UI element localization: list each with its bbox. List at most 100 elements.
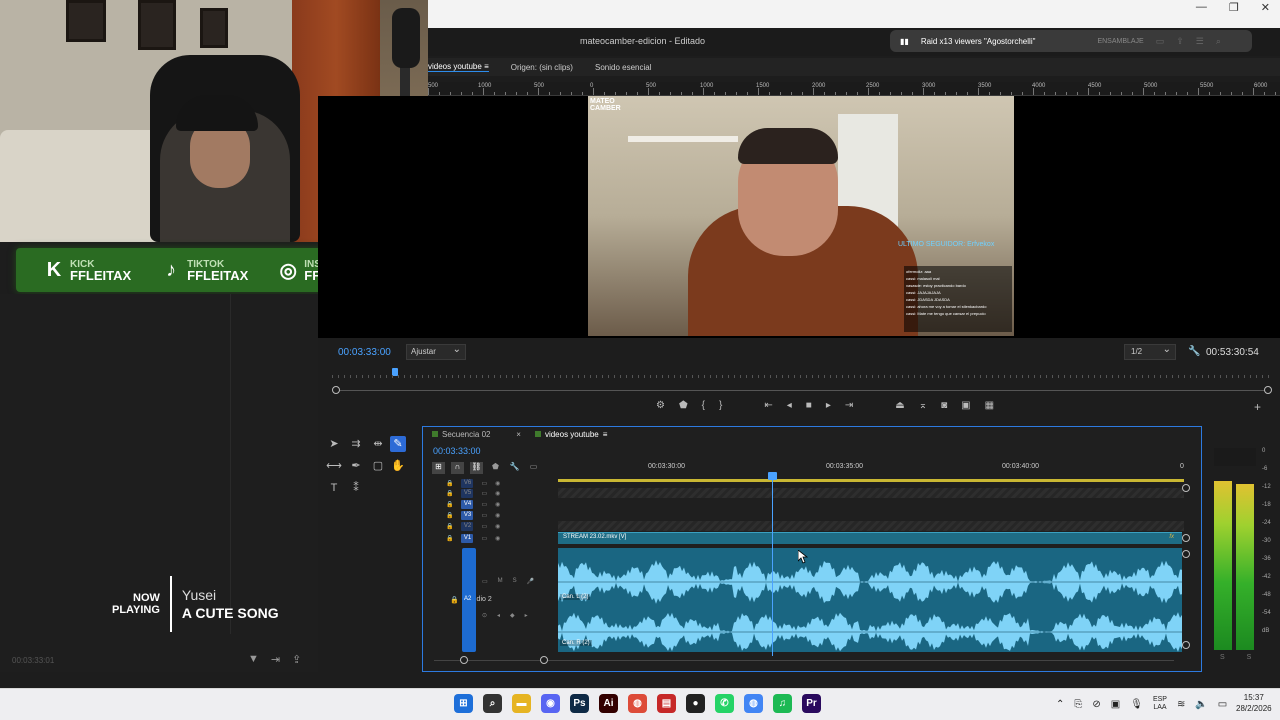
photoshop-icon[interactable]: Ps [570,694,589,713]
hand-tool-icon[interactable]: ✋ [390,458,406,474]
insert-icon[interactable]: ⇥ [271,653,280,666]
timeline-ruler[interactable]: 00:03:30:00 00:03:35:00 00:03:40:00 0 [558,460,1186,480]
solo-right-button[interactable]: S [1247,654,1252,661]
audio-track-target[interactable]: A2 [462,548,476,652]
stop-icon[interactable]: ■ [806,400,812,411]
track-name[interactable]: V3 [461,511,474,520]
caption-tool-icon[interactable]: ⁑ [348,480,364,496]
track-name[interactable]: V5 [461,489,474,498]
eye-icon[interactable]: ◉ [495,490,500,497]
add-marker-icon[interactable]: ⬟ [489,462,502,474]
tab-videos-youtube[interactable]: videos youtube ≡ [428,62,489,72]
razor-tool-icon[interactable]: ✎ [390,436,406,452]
solo-left-button[interactable]: S [1220,654,1225,661]
timeline-settings-icon[interactable]: 🔧 [508,462,521,474]
pen-tool-icon[interactable]: ✒ [348,458,364,474]
timeline-playhead[interactable] [772,472,773,656]
workspace-label[interactable]: ENSAMBLAJE [1097,38,1143,45]
lock-icon[interactable]: 🔒 [446,501,453,508]
step-forward-icon[interactable]: ▸ [826,400,831,411]
file-explorer-icon[interactable]: ▬ [512,694,531,713]
track-select-tool-icon[interactable]: ⇉ [348,436,364,452]
eye-icon[interactable]: ◉ [495,535,500,542]
audio-clip[interactable]: Can. L (2) Can. R (2) [558,548,1182,652]
keyframe-icon[interactable]: ⊙ [482,612,487,619]
add-button-icon[interactable]: + [1254,400,1261,414]
timeline-hscroll[interactable] [434,656,1174,664]
raid-notification[interactable]: ▮▮ Raid x13 viewers "Agostorchelli" ENSA… [890,30,1252,52]
add-keyframe-icon[interactable]: ◆ [510,612,515,619]
wifi-icon[interactable]: ≋ [1177,699,1185,710]
go-to-out-icon[interactable]: ⇥ [845,400,853,411]
minimize-button[interactable]: — [1196,1,1207,13]
menu-icon[interactable]: ≡ [603,430,608,439]
tab-source[interactable]: Origen: (sin clips) [511,63,573,72]
battery-icon[interactable]: ▭ [1218,699,1227,710]
discord-icon[interactable]: ◉ [541,694,560,713]
scroll-knob[interactable] [1182,550,1190,558]
playhead-handle[interactable] [768,472,777,480]
premiere-icon[interactable]: Pr [802,694,821,713]
fit-dropdown[interactable]: Ajustar [406,344,466,360]
scroll-knob[interactable] [1182,641,1190,649]
type-tool-icon[interactable]: T [326,480,342,496]
close-tab-icon[interactable]: × [516,430,521,439]
clock[interactable]: 15:37 28/2/2026 [1236,692,1272,714]
spotify-icon[interactable]: ♫ [773,694,792,713]
empty-track-v2[interactable] [558,521,1184,531]
zoom-handle-right[interactable] [1264,386,1272,394]
timeline-timecode[interactable]: 00:03:33:00 [433,446,481,456]
recorder-icon[interactable]: ▤ [657,694,676,713]
nest-icon[interactable]: ⊞ [432,462,445,474]
mic-icon[interactable]: 🎙 [1130,699,1143,710]
sync-lock-icon[interactable]: ▭ [482,578,488,585]
share-icon[interactable]: ⇪ [1176,36,1184,47]
slip-tool-icon[interactable]: ⟷ [326,458,342,474]
sync-lock-icon[interactable]: ▭ [481,512,487,519]
track-name[interactable]: V1 [461,534,474,543]
empty-track-v5[interactable] [558,488,1184,498]
compare-icon[interactable]: ▣ [961,400,970,411]
tab-essential-sound[interactable]: Sonido esencial [595,63,651,72]
marker-settings-icon[interactable]: ⚙ [656,400,665,411]
lock-icon[interactable]: 🔒 [446,523,453,530]
voiceover-mic-icon[interactable]: 🎤 [527,578,534,585]
lock-icon[interactable]: 🔒 [446,535,453,542]
whatsapp-icon[interactable]: ✆ [715,694,734,713]
illustrator-icon[interactable]: Ai [599,694,618,713]
ripple-edit-tool-icon[interactable]: ⇹ [370,436,386,452]
next-keyframe-icon[interactable]: ▸ [525,612,528,619]
extract-icon[interactable]: ⌅ [919,400,927,411]
filter-icon[interactable]: ▼ [248,653,259,666]
zoom-handle-left[interactable] [332,386,340,394]
search-icon[interactable]: ⌕ [1216,36,1221,47]
linked-selection-icon[interactable]: ⛓ [470,462,483,474]
usb-icon[interactable]: ⎘ [1074,699,1082,710]
chevron-up-icon[interactable]: ⌃ [1056,699,1064,710]
track-name[interactable]: V6 [461,479,474,488]
video-frame[interactable]: MATEO CAMBER ULTIMO SEGUIDOR: Erfvekox o… [588,96,1014,336]
sync-lock-icon[interactable]: ▭ [481,480,487,487]
hscroll-handle-left[interactable] [460,656,468,664]
zoom-bar[interactable] [332,386,1272,394]
tab-videos-youtube-seq[interactable]: videos youtube ≡ [534,430,608,439]
work-area-bar[interactable] [558,479,1184,482]
rectangle-tool-icon[interactable]: ▢ [370,458,386,474]
layout-icon[interactable]: ▭ [1156,36,1165,47]
hscroll-handle-right[interactable] [540,656,548,664]
eye-icon[interactable]: ◉ [495,480,500,487]
export-frame-icon[interactable]: ◙ [941,400,947,411]
solo-icon[interactable]: S [513,578,517,585]
resolution-dropdown[interactable]: 1/2 [1124,344,1176,360]
eye-icon[interactable]: ◉ [495,523,500,530]
program-timecode[interactable]: 00:03:33:00 [338,347,391,358]
maximize-button[interactable]: ❐ [1229,1,1239,14]
sync-lock-icon[interactable]: ▭ [481,490,487,497]
windows-start-icon[interactable]: ⊞ [454,694,473,713]
lift-icon[interactable]: ⏏ [895,400,904,411]
snap-icon[interactable]: ∩ [451,462,464,474]
selection-tool-icon[interactable]: ➤ [326,436,342,452]
settings-wrench-icon[interactable]: 🔧 [1188,346,1200,357]
track-name[interactable]: V4 [461,500,474,509]
tab-sequence-02[interactable]: Secuencia 02 × [432,430,521,439]
